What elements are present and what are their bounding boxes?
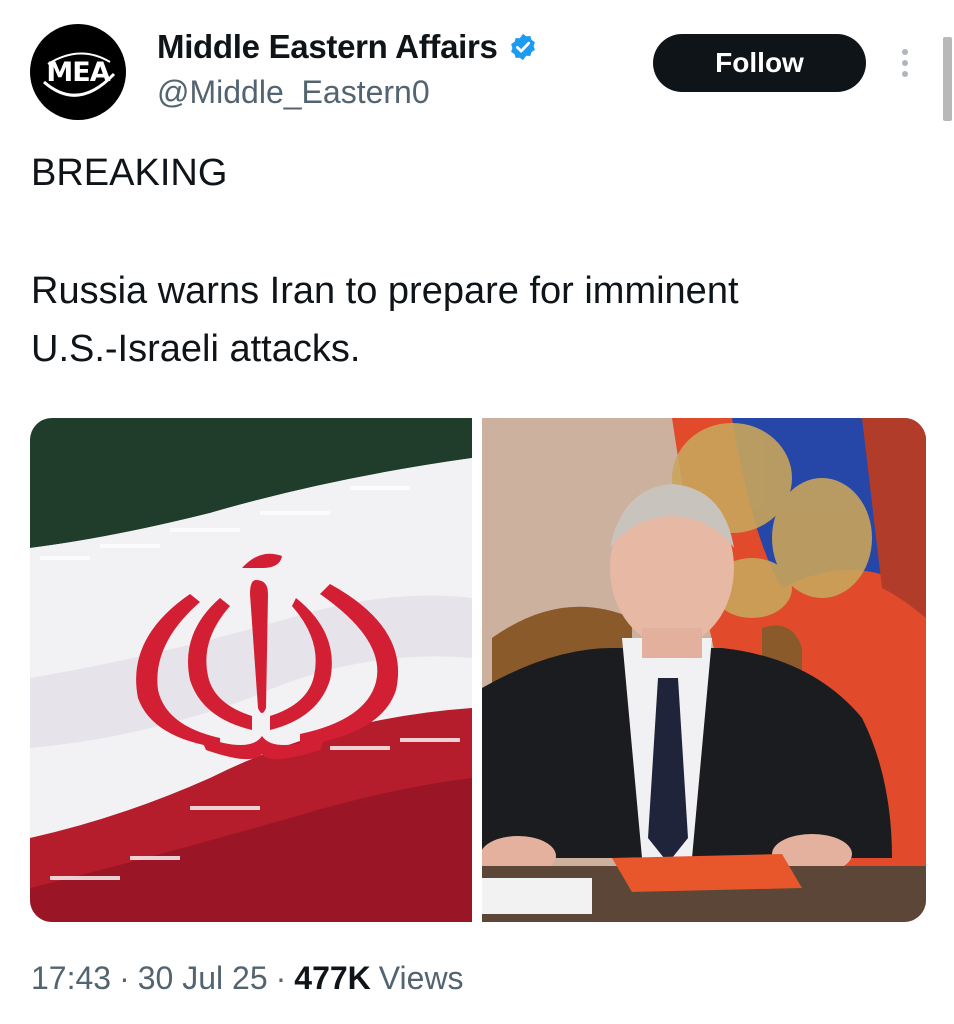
account-name-row[interactable]: Middle Eastern Affairs: [157, 28, 538, 66]
meta-separator: ·: [119, 960, 130, 996]
follow-button[interactable]: Follow: [653, 34, 866, 92]
tweet-date[interactable]: 30 Jul 25: [138, 960, 268, 997]
tweet-text-line-2: U.S.-Israeli attacks.: [31, 328, 361, 370]
display-name[interactable]: Middle Eastern Affairs: [157, 28, 498, 66]
tweet-text-breaking: BREAKING: [31, 152, 228, 194]
avatar[interactable]: MEA: [30, 24, 126, 120]
meta-separator: ·: [275, 960, 287, 996]
more-vertical-icon[interactable]: [896, 44, 914, 82]
putin-photo[interactable]: [482, 418, 926, 922]
iran-flag-photo[interactable]: [30, 418, 472, 922]
views-count[interactable]: 477K: [294, 960, 371, 997]
tweet-media-grid: [30, 418, 926, 922]
scrollbar[interactable]: [943, 37, 952, 121]
tweet-time[interactable]: 17:43: [31, 960, 111, 997]
account-handle[interactable]: @Middle_Eastern0: [157, 74, 430, 111]
tweet-text-line-1: Russia warns Iran to prepare for imminen…: [31, 270, 739, 312]
tweet-meta: 17:43 · 30 Jul 25 · 477K Views: [31, 960, 464, 997]
avatar-logo-text: MEA: [46, 56, 110, 88]
views-label: Views: [378, 960, 464, 996]
verified-badge-icon: [510, 33, 535, 61]
